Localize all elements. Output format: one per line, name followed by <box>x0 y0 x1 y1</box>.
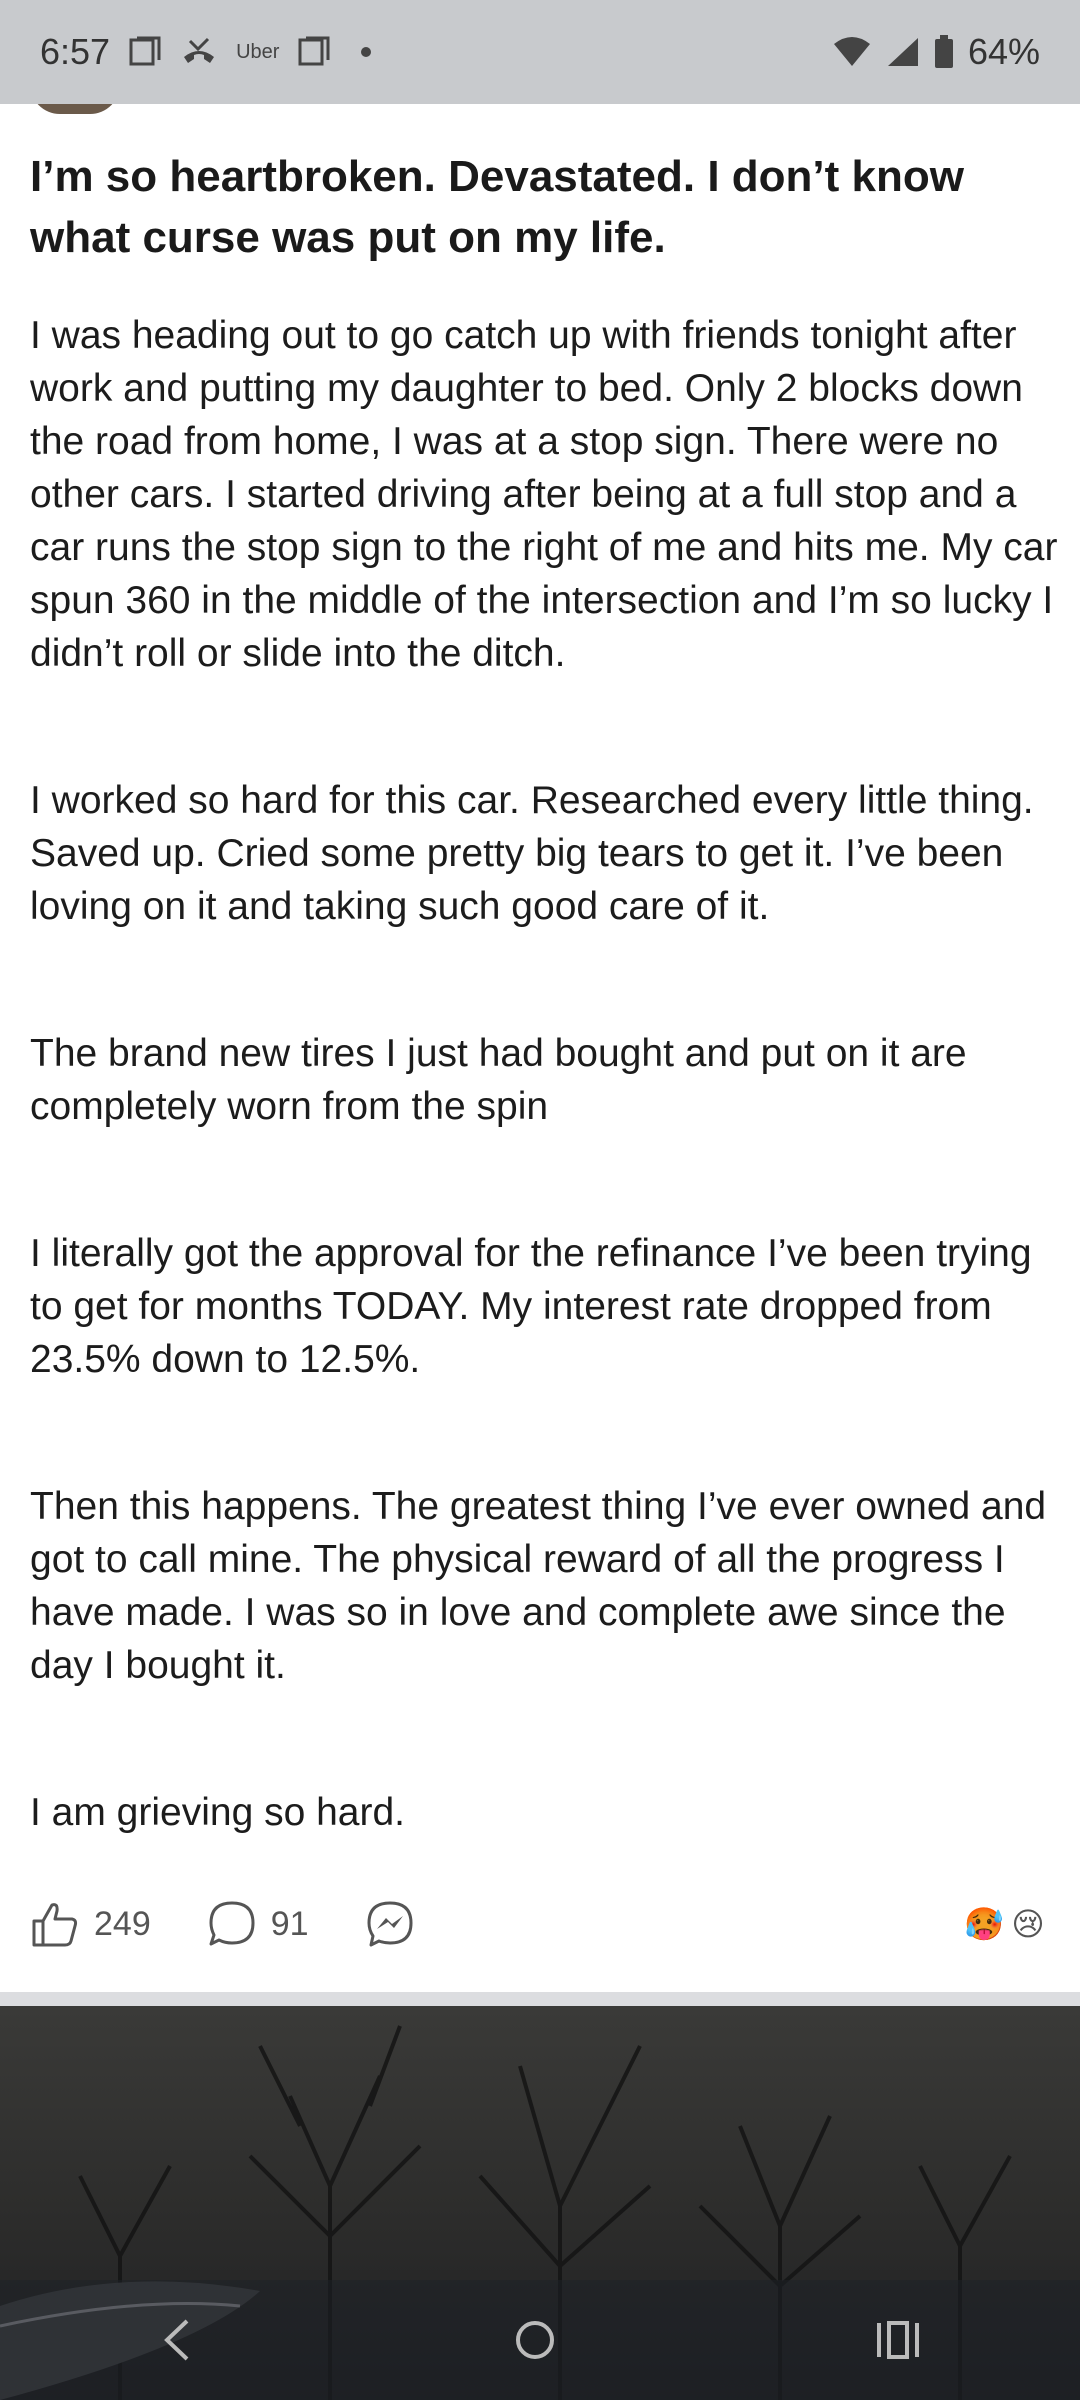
like-button[interactable]: 249 <box>30 1899 151 1949</box>
uber-icon: Uber <box>236 40 280 63</box>
crying-face-reaction: 😢 <box>1011 1906 1045 1942</box>
post-photo[interactable] <box>0 2006 1080 2400</box>
back-icon[interactable] <box>157 2315 197 2365</box>
screenshot-icon <box>128 35 162 69</box>
post-paragraph: I am grieving so hard. <box>30 1791 406 1834</box>
post-paragraph: Then this happens. The greatest thing I’… <box>30 1485 1047 1687</box>
wifi-icon <box>832 36 872 68</box>
post-paragraph: I literally got the approval for the ref… <box>30 1232 1032 1381</box>
comment-count: 91 <box>270 1904 309 1943</box>
battery-percent: 64% <box>967 31 1040 72</box>
post-paragraph: I was heading out to go catch up with fr… <box>30 314 1058 675</box>
notification-dot-icon <box>361 47 372 57</box>
post-action-bar: 249 91 🥵 😢 <box>0 1874 1080 1974</box>
signal-icon <box>886 36 920 68</box>
status-bar: 6:57 Uber 64% <box>0 0 1080 104</box>
comment-icon <box>207 1899 257 1949</box>
avatar[interactable] <box>30 104 120 114</box>
home-icon[interactable] <box>510 2315 560 2365</box>
hot-face-reaction: 🥵 <box>964 1906 1004 1942</box>
comment-button[interactable]: 91 <box>207 1899 309 1949</box>
screenshot-icon <box>297 35 331 69</box>
battery-icon <box>934 35 954 69</box>
post-paragraph: I worked so hard for this car. Researche… <box>30 779 1034 928</box>
system-nav-bar <box>0 2280 1080 2400</box>
post-paragraph: The brand new tires I just had bought an… <box>30 1032 967 1128</box>
missed-call-icon <box>180 35 218 69</box>
status-time: 6:57 <box>40 31 111 72</box>
recent-apps-icon[interactable] <box>873 2315 923 2365</box>
post-card: I’m so heartbroken. Devastated. I don’t … <box>0 104 1080 1990</box>
feed-divider <box>0 1992 1080 2006</box>
thumbs-up-icon <box>30 1899 80 1949</box>
like-count: 249 <box>94 1904 151 1943</box>
messenger-share-button[interactable] <box>365 1899 415 1949</box>
messenger-icon <box>365 1899 415 1949</box>
reactions[interactable]: 🥵 😢 <box>962 1902 1050 1946</box>
post-body: I was heading out to go catch up with fr… <box>30 309 1060 1879</box>
post-title: I’m so heartbroken. Devastated. I don’t … <box>30 152 964 262</box>
